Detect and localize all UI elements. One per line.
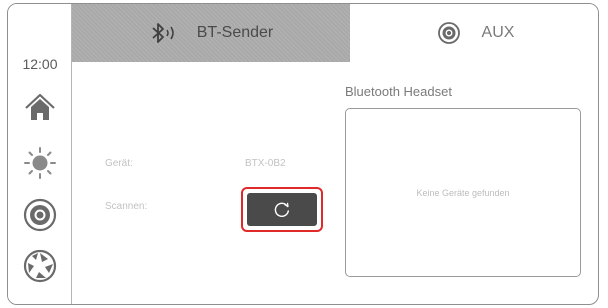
device-label: Gerät: [105, 158, 133, 169]
empty-message: Keine Geräte gefunden [416, 187, 510, 198]
sidebar: 12:00 [8, 4, 72, 304]
device-list: Keine Geräte gefunden [345, 108, 581, 277]
bluetooth-icon [149, 21, 179, 45]
headset-title: Bluetooth Headset [345, 84, 452, 99]
shutter-icon[interactable] [22, 248, 58, 284]
aux-icon [434, 21, 464, 45]
scan-button-face[interactable] [247, 193, 317, 226]
tab-aux-label: AUX [481, 24, 515, 41]
tab-bar: BT-Sender AUX [72, 4, 598, 62]
scan-button[interactable] [241, 187, 323, 232]
device-value: BTX-0B2 [245, 158, 286, 169]
device-screen: 12:00 BT-Sender AUX Gerät: BTX-0B2 Scann… [7, 3, 599, 305]
home-icon[interactable] [22, 90, 58, 126]
brightness-icon[interactable] [22, 145, 58, 181]
tab-bt-sender[interactable]: BT-Sender [72, 4, 350, 62]
clock: 12:00 [22, 56, 58, 72]
refresh-icon [274, 202, 289, 217]
audio-source-icon[interactable] [22, 197, 58, 233]
tab-bt-sender-label: BT-Sender [196, 24, 274, 41]
scan-label: Scannen: [105, 201, 148, 212]
tab-aux[interactable]: AUX [350, 4, 598, 62]
